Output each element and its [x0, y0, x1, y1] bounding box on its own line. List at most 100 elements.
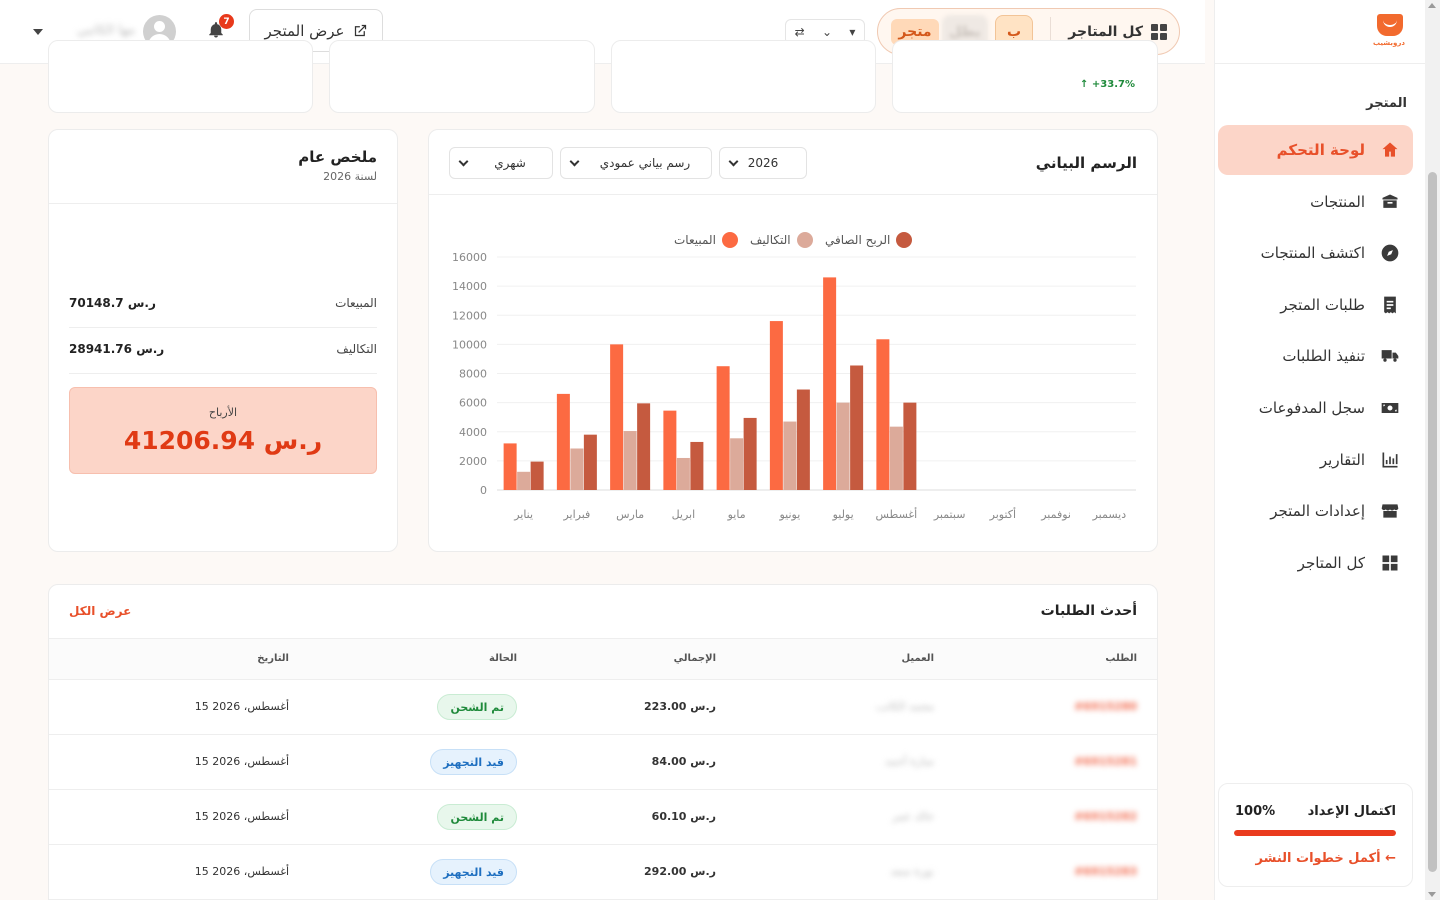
- sidebar-item-bar-chart[interactable]: التقارير: [1218, 435, 1413, 485]
- bar-sales[interactable]: [716, 366, 730, 490]
- bar-sales[interactable]: [876, 339, 890, 490]
- bar-sales[interactable]: [823, 277, 837, 490]
- bar-profit[interactable]: [637, 403, 651, 490]
- sidebar-item-compass[interactable]: اكتشف المنتجات: [1218, 228, 1413, 278]
- bar-profit[interactable]: [903, 402, 917, 490]
- x-tick-label: ابريل: [672, 508, 696, 521]
- bar-costs[interactable]: [889, 426, 903, 490]
- sidebar-item-label: سجل المدفوعات: [1258, 398, 1365, 417]
- sidebar-item-money[interactable]: سجل المدفوعات: [1218, 383, 1413, 433]
- bar-profit[interactable]: [583, 434, 597, 490]
- x-tick-label: نوفمبر: [1040, 508, 1071, 521]
- order-total: 84.00 ر.س: [651, 755, 716, 768]
- view-all-link[interactable]: عرض الكل: [69, 604, 131, 618]
- sidebar-item-label: تنفيذ الطلبات: [1282, 347, 1365, 366]
- setup-progress-bar: [1234, 830, 1396, 836]
- page-scrollbar[interactable]: [1425, 0, 1440, 900]
- order-id[interactable]: #6915282: [1074, 810, 1137, 823]
- stat-card-4: [48, 40, 313, 113]
- bar-costs[interactable]: [783, 421, 797, 490]
- scrollbar-thumb[interactable]: [1428, 172, 1437, 872]
- arrow-up-icon: ↑: [1080, 79, 1089, 90]
- sidebar-item-store[interactable]: إعدادات المتجر: [1218, 486, 1413, 536]
- order-date: 15 أغسطس، 2026: [194, 755, 289, 768]
- bar-costs[interactable]: [836, 402, 850, 490]
- x-tick-label: يونيو: [778, 508, 800, 521]
- order-total: 60.10 ر.س: [651, 810, 716, 823]
- order-date: 15 أغسطس، 2026: [194, 700, 289, 713]
- home-icon: [1379, 139, 1401, 161]
- money-icon: [1379, 397, 1401, 419]
- x-tick-label: ديسمبر: [1092, 508, 1127, 521]
- bar-sales[interactable]: [610, 344, 624, 490]
- table-row[interactable]: #6915282 خالد عمر 60.10 ر.س تم الشحن 15 أغسط…: [49, 790, 1157, 845]
- x-tick-label: يوليو: [832, 508, 854, 521]
- scroll-up-icon[interactable]: [1428, 3, 1436, 8]
- sidebar-item-label: إعدادات المتجر: [1270, 502, 1365, 521]
- bar-sales[interactable]: [503, 443, 517, 490]
- bar-profit[interactable]: [530, 461, 544, 490]
- table-row[interactable]: #6915283 نورة سعد 292.00 ر.س قيد التجهيز 15 …: [49, 845, 1157, 900]
- stat-card-1: ↑ +33.7%: [892, 40, 1158, 113]
- order-id[interactable]: #6915283: [1074, 865, 1137, 878]
- orders-table-header: الطلب العميل الإجمالي الحالة التاريخ: [49, 638, 1157, 680]
- order-customer: سارة أحمد: [884, 755, 934, 768]
- notification-badge: 7: [219, 14, 234, 29]
- sidebar-item-truck[interactable]: تنفيذ الطلبات: [1218, 331, 1413, 381]
- col-status: الحالة: [489, 653, 517, 664]
- notifications-button[interactable]: 7: [207, 14, 234, 42]
- bar-chart-icon: [1379, 449, 1401, 471]
- col-order: الطلب: [1105, 653, 1137, 664]
- swap-icon: ⇄: [794, 25, 805, 39]
- view-store-label: عرض المتجر: [264, 21, 345, 40]
- setup-title: اكتمال الإعداد: [1307, 804, 1396, 819]
- bar-sales[interactable]: [663, 410, 677, 490]
- bar-costs[interactable]: [570, 448, 584, 490]
- user-name: مها الكاتبي: [76, 23, 135, 38]
- summary-subtitle: لسنة 2026: [323, 170, 377, 183]
- x-tick-label: أغسطس: [876, 507, 918, 521]
- chevron-down-icon: ⌄: [821, 25, 833, 39]
- bar-profit[interactable]: [743, 417, 757, 490]
- summary-title: ملخص عام: [298, 148, 377, 166]
- status-badge: تم الشحن: [437, 694, 517, 720]
- sidebar: دروبشيب المتجر لوحة التحكم المنتجات اكتشف …: [1214, 0, 1425, 900]
- y-tick-label: 10000: [452, 338, 487, 351]
- order-id[interactable]: #6915281: [1074, 755, 1137, 768]
- order-id[interactable]: #6915280: [1074, 700, 1137, 713]
- scroll-down-icon[interactable]: [1428, 892, 1436, 897]
- truck-icon: [1379, 345, 1401, 367]
- bar-profit[interactable]: [796, 389, 810, 490]
- bar-profit[interactable]: [690, 441, 704, 490]
- publish-steps-link[interactable]: أكمل خطوات النشر ←: [1256, 851, 1396, 866]
- y-tick-label: 14000: [452, 280, 487, 293]
- sidebar-item-home[interactable]: لوحة التحكم: [1218, 125, 1413, 175]
- receipt-icon: [1379, 294, 1401, 316]
- sidebar-item-receipt[interactable]: طلبات المتجر: [1218, 280, 1413, 330]
- order-customer: خالد عمر: [892, 810, 934, 823]
- table-row[interactable]: #6915281 سارة أحمد 84.00 ر.س قيد التجهيز 15 …: [49, 735, 1157, 790]
- user-menu-caret-icon[interactable]: [33, 29, 43, 35]
- sidebar-item-grid[interactable]: كل المتاجر: [1218, 538, 1413, 588]
- bar-costs[interactable]: [623, 431, 637, 490]
- bar-costs[interactable]: [517, 471, 531, 490]
- summary-card: ملخص عام لسنة 2026 المبيعات 70148.7 ر.س …: [48, 129, 398, 552]
- bar-sales[interactable]: [556, 393, 570, 490]
- bar-costs[interactable]: [730, 438, 744, 490]
- x-tick-label: يناير: [513, 508, 533, 521]
- brand-logo[interactable]: دروبشيب: [1371, 12, 1407, 52]
- external-link-icon: [354, 24, 366, 37]
- order-date: 15 أغسطس، 2026: [194, 810, 289, 823]
- bar-profit[interactable]: [850, 365, 864, 490]
- caret-down-icon: ▾: [849, 25, 856, 39]
- chart-card: الرسم البياني 2026 رسم بياني عمودي شهري …: [428, 129, 1158, 552]
- table-row[interactable]: #6915280 محمد الكاتب 223.00 ر.س تم الشحن 15 …: [49, 680, 1157, 735]
- y-tick-label: 12000: [452, 309, 487, 322]
- compass-icon: [1379, 242, 1401, 264]
- bar-costs[interactable]: [676, 457, 690, 490]
- status-badge: قيد التجهيز: [430, 749, 517, 775]
- bar-sales[interactable]: [769, 321, 783, 490]
- recent-orders-card: أحدث الطلبات عرض الكل الطلب العميل الإجم…: [48, 584, 1158, 900]
- sidebar-item-box[interactable]: المنتجات: [1218, 177, 1413, 227]
- summary-sales-label: المبيعات: [335, 296, 377, 310]
